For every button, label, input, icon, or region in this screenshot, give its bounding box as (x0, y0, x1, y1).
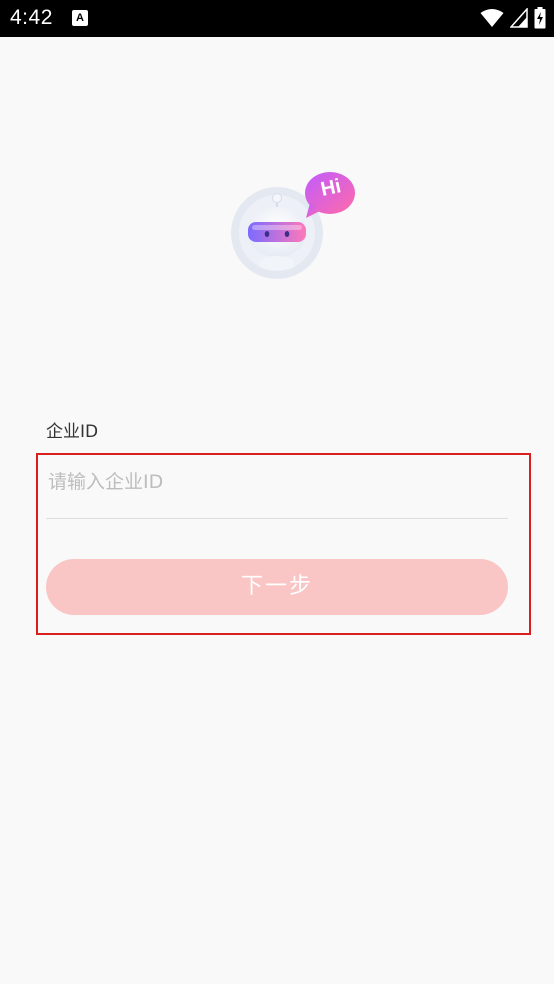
notification-a-icon: A (72, 10, 88, 26)
status-bar: 4:42 A (0, 0, 554, 37)
signal-icon (510, 8, 528, 28)
battery-charging-icon (534, 7, 546, 29)
enterprise-id-label: 企业ID (46, 422, 99, 442)
wifi-icon (480, 9, 504, 27)
enterprise-id-input[interactable] (46, 462, 508, 502)
app-logo: Hi (230, 170, 360, 280)
status-time: 4:42 (10, 6, 53, 29)
input-underline (46, 518, 508, 519)
next-step-button[interactable]: 下一步 (46, 559, 508, 615)
system-icons (480, 6, 546, 30)
